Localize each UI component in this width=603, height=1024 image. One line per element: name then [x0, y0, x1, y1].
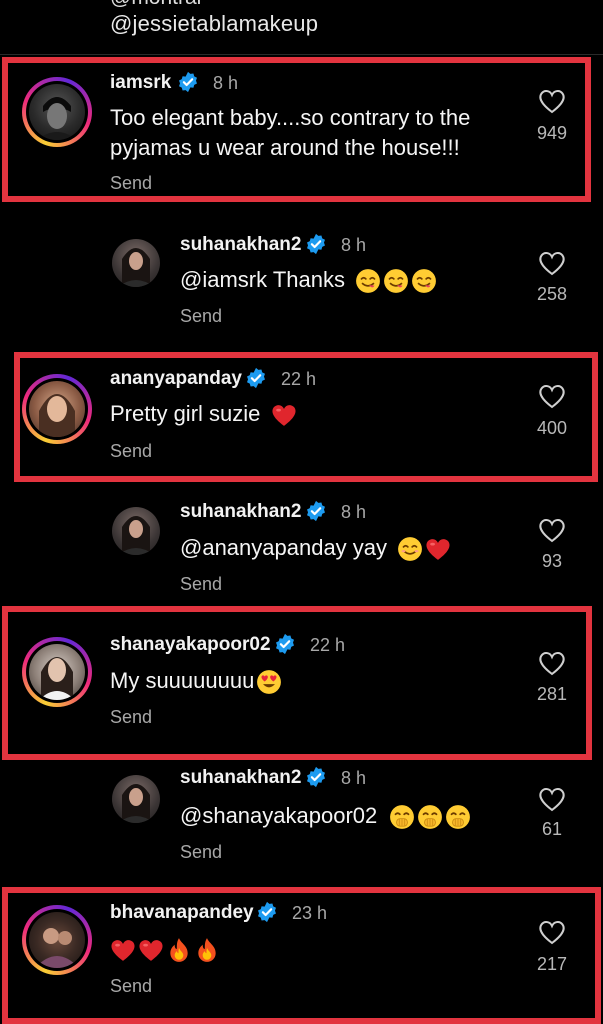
like-count: 61 — [541, 819, 563, 839]
highlight-box — [2, 887, 601, 1024]
highlight-box — [2, 606, 592, 760]
reply-item: suhanakhan2 8 h @shanayakapoor02 Send 61 — [0, 756, 603, 876]
timestamp: 8 h — [341, 768, 367, 788]
comment-text: @ananyapanday yay — [180, 533, 451, 563]
reply-text: @ananyapanday yay — [180, 535, 388, 560]
verified-badge-icon — [305, 233, 327, 255]
username[interactable]: suhanakhan2 — [180, 501, 301, 523]
face-savoring-food-icon — [355, 268, 381, 294]
like-heart-icon[interactable] — [538, 250, 566, 276]
hand-over-mouth-face-icon — [445, 804, 471, 830]
face-savoring-food-icon — [383, 268, 409, 294]
verified-badge-icon — [305, 766, 327, 788]
previous-comment-fragment: @montral @jessietablamakeup — [0, 0, 603, 55]
verified-badge-icon — [305, 500, 327, 522]
mention-link[interactable]: @jessietablamakeup — [110, 11, 318, 37]
cut-off-mention: @montral — [110, 0, 201, 10]
reply-item: suhanakhan2 8 h @ananyapanday yay Send 9… — [0, 488, 603, 603]
send-button[interactable]: Send — [180, 842, 222, 863]
like-count: 258 — [536, 284, 568, 304]
avatar[interactable] — [112, 507, 160, 555]
like-count: 93 — [541, 551, 563, 571]
reply-item: suhanakhan2 8 h @iamsrk Thanks Send 258 — [0, 220, 603, 340]
send-button[interactable]: Send — [180, 306, 222, 327]
timestamp: 8 h — [341, 502, 367, 522]
like-heart-icon[interactable] — [538, 786, 566, 812]
highlight-box — [14, 352, 598, 482]
face-savoring-food-icon — [411, 268, 437, 294]
like-heart-icon[interactable] — [538, 517, 566, 543]
hand-over-mouth-face-icon — [389, 804, 415, 830]
comment-text: @iamsrk Thanks — [180, 265, 437, 295]
send-button[interactable]: Send — [180, 574, 222, 595]
highlight-box — [2, 57, 591, 202]
avatar[interactable] — [112, 775, 160, 823]
reply-text: @shanayakapoor02 — [180, 803, 378, 828]
avatar[interactable] — [112, 239, 160, 287]
hand-over-mouth-face-icon — [417, 804, 443, 830]
comment-text: @shanayakapoor02 — [180, 801, 471, 831]
username[interactable]: suhanakhan2 — [180, 767, 301, 789]
username[interactable]: suhanakhan2 — [180, 234, 301, 256]
red-heart-icon — [425, 537, 451, 561]
reply-text: @iamsrk Thanks — [180, 267, 345, 292]
timestamp: 8 h — [341, 235, 367, 255]
smiling-face-icon — [397, 536, 423, 562]
